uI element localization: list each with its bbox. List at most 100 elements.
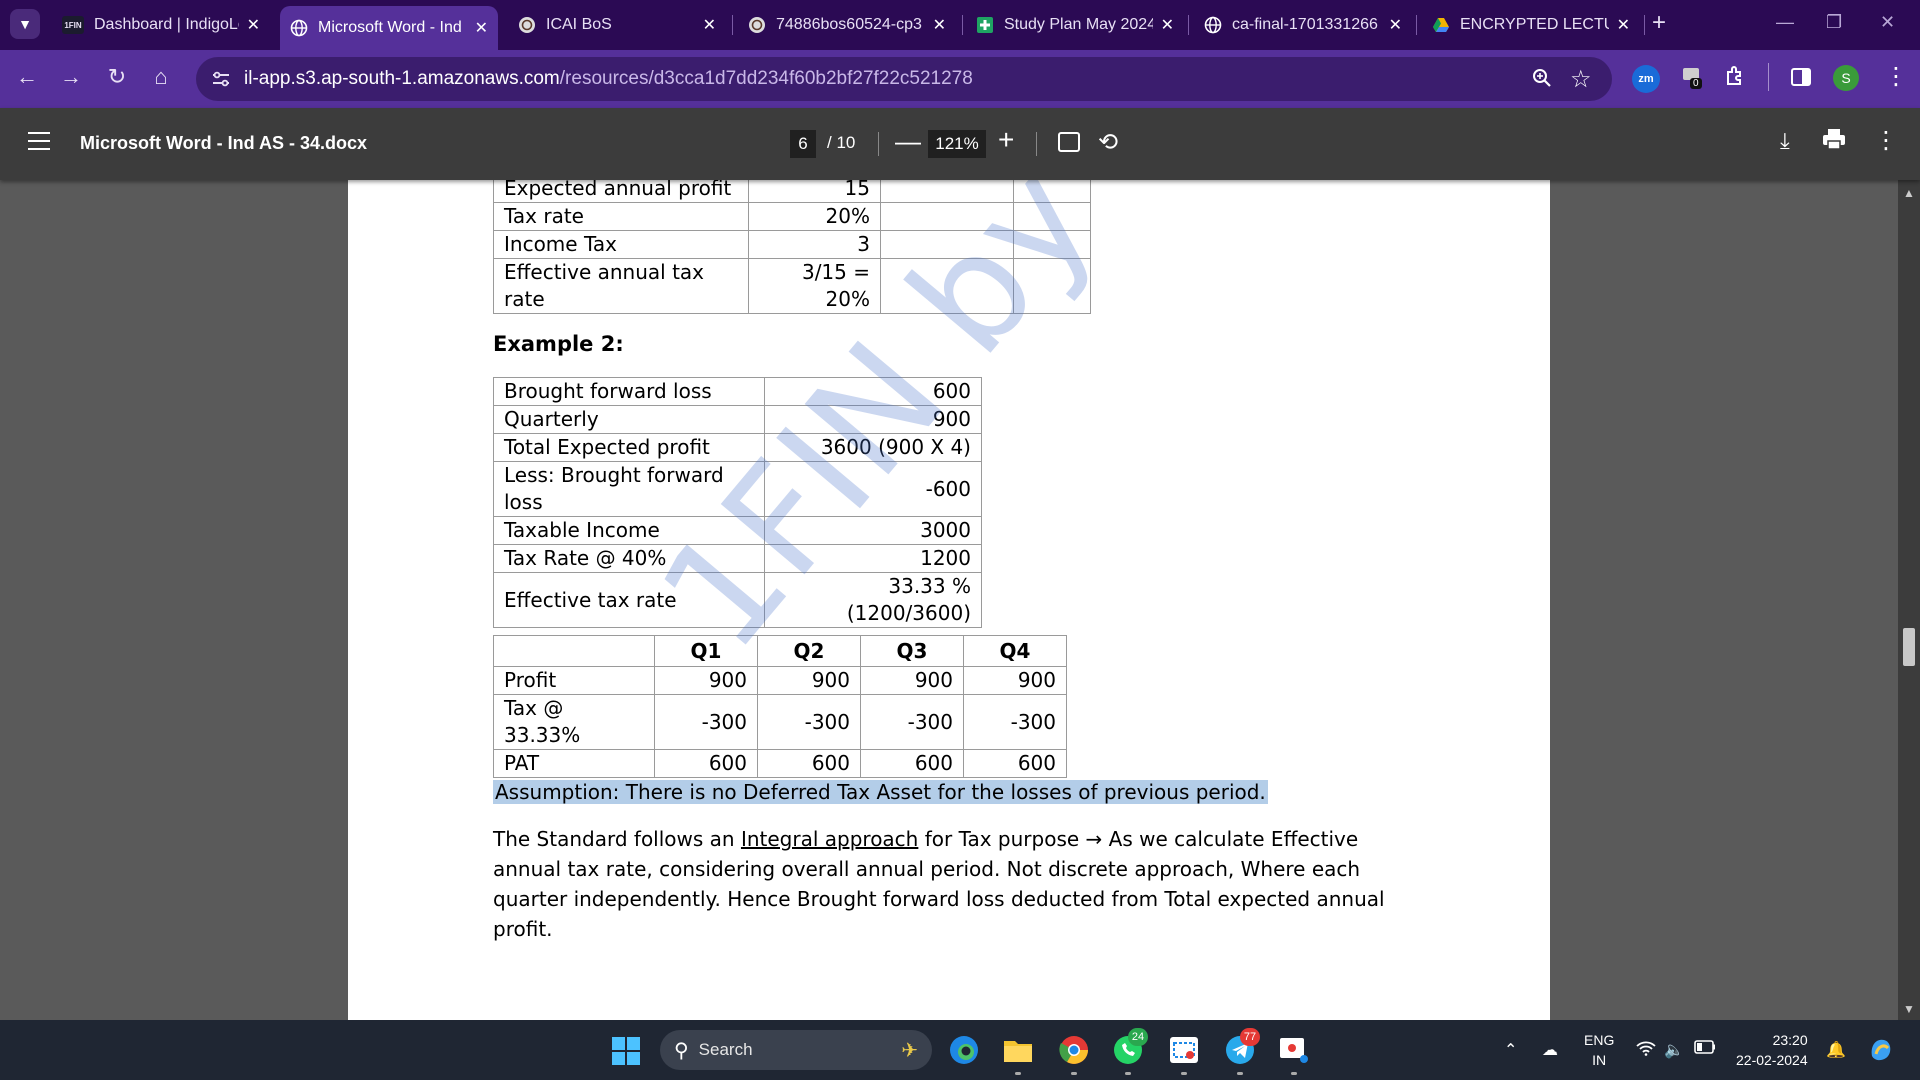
- empty-cell: [880, 202, 1014, 231]
- chrome-icon[interactable]: [1058, 1034, 1090, 1066]
- scroll-down-icon[interactable]: ▼: [1903, 1002, 1915, 1016]
- file-explorer-icon[interactable]: [1002, 1034, 1034, 1066]
- home-icon[interactable]: ⌂: [146, 64, 176, 90]
- screen-recorder-icon[interactable]: [1278, 1034, 1310, 1066]
- zoom-magnifier-icon[interactable]: [1532, 68, 1552, 94]
- row-value: 900: [757, 666, 861, 695]
- row-value: 600: [654, 749, 758, 778]
- tab-study-plan[interactable]: Study Plan May 2024 ✕: [966, 8, 1184, 42]
- table-row: Expected annual profit 15: [493, 180, 1091, 203]
- tab-search-button[interactable]: ▼: [10, 9, 40, 39]
- notification-bell-icon[interactable]: 🔔: [1826, 1040, 1846, 1060]
- lang-code: ENG: [1584, 1032, 1615, 1048]
- browser-menu-icon[interactable]: ⋮: [1884, 62, 1908, 91]
- onedrive-cloud-icon[interactable]: ☁: [1542, 1040, 1558, 1060]
- more-options-icon[interactable]: ⋮: [1874, 126, 1898, 155]
- telegram-unread-badge: 77: [1240, 1028, 1260, 1046]
- row-label: Tax rate: [493, 202, 749, 231]
- icai-favicon-icon: [518, 16, 536, 34]
- table-row: Effective annual tax rate 3/15 = 20%: [493, 258, 1091, 314]
- tab-separator: [1416, 15, 1417, 35]
- row-value: 900: [860, 666, 964, 695]
- snipping-tool-icon[interactable]: [1168, 1034, 1200, 1066]
- windows-start-icon[interactable]: [612, 1037, 640, 1065]
- forward-arrow-icon[interactable]: →: [56, 64, 86, 90]
- onefin-favicon-icon: 1FIN: [62, 16, 84, 34]
- copilot-icon[interactable]: [1866, 1034, 1896, 1069]
- scroll-up-icon[interactable]: ▲: [1903, 186, 1915, 200]
- row-value: 600: [757, 749, 861, 778]
- rotate-icon[interactable]: ⟲: [1098, 128, 1118, 157]
- wifi-icon[interactable]: [1636, 1040, 1656, 1061]
- row-label: Profit: [493, 666, 655, 695]
- close-icon[interactable]: ✕: [1389, 15, 1402, 35]
- search-highlight-icon: ✈: [901, 1039, 918, 1062]
- row-label: Total Expected profit: [493, 433, 765, 462]
- battery-icon[interactable]: [1694, 1040, 1716, 1059]
- fit-page-icon[interactable]: [1058, 132, 1080, 152]
- taskbar-search[interactable]: ⚲ Search ✈: [660, 1030, 932, 1070]
- tab-dashboard[interactable]: 1FIN Dashboard | IndigoLe ✕: [52, 8, 270, 42]
- minimize-icon[interactable]: —: [1776, 12, 1794, 33]
- extension-counter-icon[interactable]: 0: [1682, 66, 1704, 89]
- close-icon[interactable]: ✕: [1161, 15, 1174, 35]
- tab-icai-bos[interactable]: ICAI BoS ✕: [508, 8, 726, 42]
- hamburger-menu-icon[interactable]: [28, 132, 50, 150]
- side-panel-icon[interactable]: [1790, 66, 1812, 93]
- puzzle-extensions-icon[interactable]: [1724, 64, 1748, 93]
- print-icon[interactable]: [1822, 128, 1846, 156]
- tab-separator: [732, 15, 733, 35]
- address-bar[interactable]: il-app.s3.ap-south-1.amazonaws.com/resou…: [196, 57, 1612, 101]
- url-host: il-app.s3.ap-south-1.amazonaws.com: [244, 68, 560, 89]
- row-value: 3600 (900 X 4): [764, 433, 982, 462]
- tray-overflow-chevron-icon[interactable]: ⌃: [1504, 1040, 1517, 1060]
- bookmark-star-icon[interactable]: ☆: [1570, 65, 1592, 94]
- row-value: 3000: [764, 516, 982, 545]
- close-icon[interactable]: ✕: [247, 15, 260, 35]
- tab-microsoft-word[interactable]: Microsoft Word - Ind ✕: [280, 6, 498, 50]
- row-value: 600: [860, 749, 964, 778]
- search-icon: ⚲: [674, 1039, 689, 1062]
- tab-ca-final[interactable]: ca-final-1701331266 ✕: [1194, 8, 1412, 42]
- new-tab-plus-icon[interactable]: +: [1652, 9, 1666, 37]
- system-clock[interactable]: 23:20 22-02-2024: [1736, 1030, 1808, 1070]
- site-info-icon[interactable]: [210, 68, 232, 90]
- zoom-in-plus-icon[interactable]: +: [998, 124, 1014, 156]
- lang-region: IN: [1592, 1052, 1607, 1068]
- close-icon[interactable]: ✕: [1617, 15, 1630, 35]
- close-icon[interactable]: ✕: [933, 15, 946, 35]
- vertical-scrollbar[interactable]: ▲ ▼: [1898, 180, 1920, 1020]
- reload-icon[interactable]: ↻: [102, 64, 132, 90]
- table-row: Profit 900 900 900 900: [493, 666, 1067, 695]
- tab-encrypted-lecture[interactable]: ENCRYPTED LECTURE ✕: [1422, 8, 1640, 42]
- empty-cell: [880, 180, 1014, 203]
- pdf-viewport[interactable]: Expected annual profit 15 Tax rate 20% Incom…: [0, 180, 1920, 1020]
- volume-icon[interactable]: 🔈: [1664, 1040, 1684, 1060]
- restore-icon[interactable]: ❐: [1826, 12, 1842, 33]
- row-value: -300: [654, 694, 758, 750]
- document-title: Microsoft Word - Ind AS - 34.docx: [80, 133, 368, 153]
- chevron-down-icon: ▼: [18, 16, 32, 32]
- row-label: Less: Brought forward loss: [493, 461, 765, 517]
- download-icon[interactable]: ⤓: [1780, 128, 1790, 154]
- column-header: Q2: [757, 635, 861, 667]
- page-number-input[interactable]: 6: [790, 130, 816, 158]
- assumption-text: Assumption: There is no Deferred Tax Ass…: [493, 780, 1268, 804]
- zoom-out-minus-icon[interactable]: —: [895, 126, 921, 157]
- page-total: / 10: [827, 133, 856, 152]
- zoom-level-input[interactable]: 121%: [928, 130, 986, 158]
- edge-icon[interactable]: [948, 1034, 980, 1066]
- clock-time: 23:20: [1772, 1032, 1808, 1048]
- window-close-icon[interactable]: ✕: [1880, 12, 1895, 33]
- zoom-extension-icon[interactable]: zm: [1632, 65, 1660, 93]
- close-icon[interactable]: ✕: [703, 15, 716, 35]
- row-label: Effective tax rate: [493, 572, 765, 628]
- profile-avatar[interactable]: S: [1833, 65, 1859, 91]
- input-language[interactable]: ENG IN: [1584, 1030, 1614, 1070]
- close-icon[interactable]: ✕: [475, 18, 488, 38]
- table-row: Quarterly 900: [493, 405, 982, 434]
- scroll-thumb[interactable]: [1903, 628, 1915, 666]
- table-header-row: Q1 Q2 Q3 Q4: [493, 635, 1067, 667]
- back-arrow-icon[interactable]: ←: [12, 64, 42, 90]
- tab-icai-pdf[interactable]: 74886bos60524-cp3 ✕: [738, 8, 956, 42]
